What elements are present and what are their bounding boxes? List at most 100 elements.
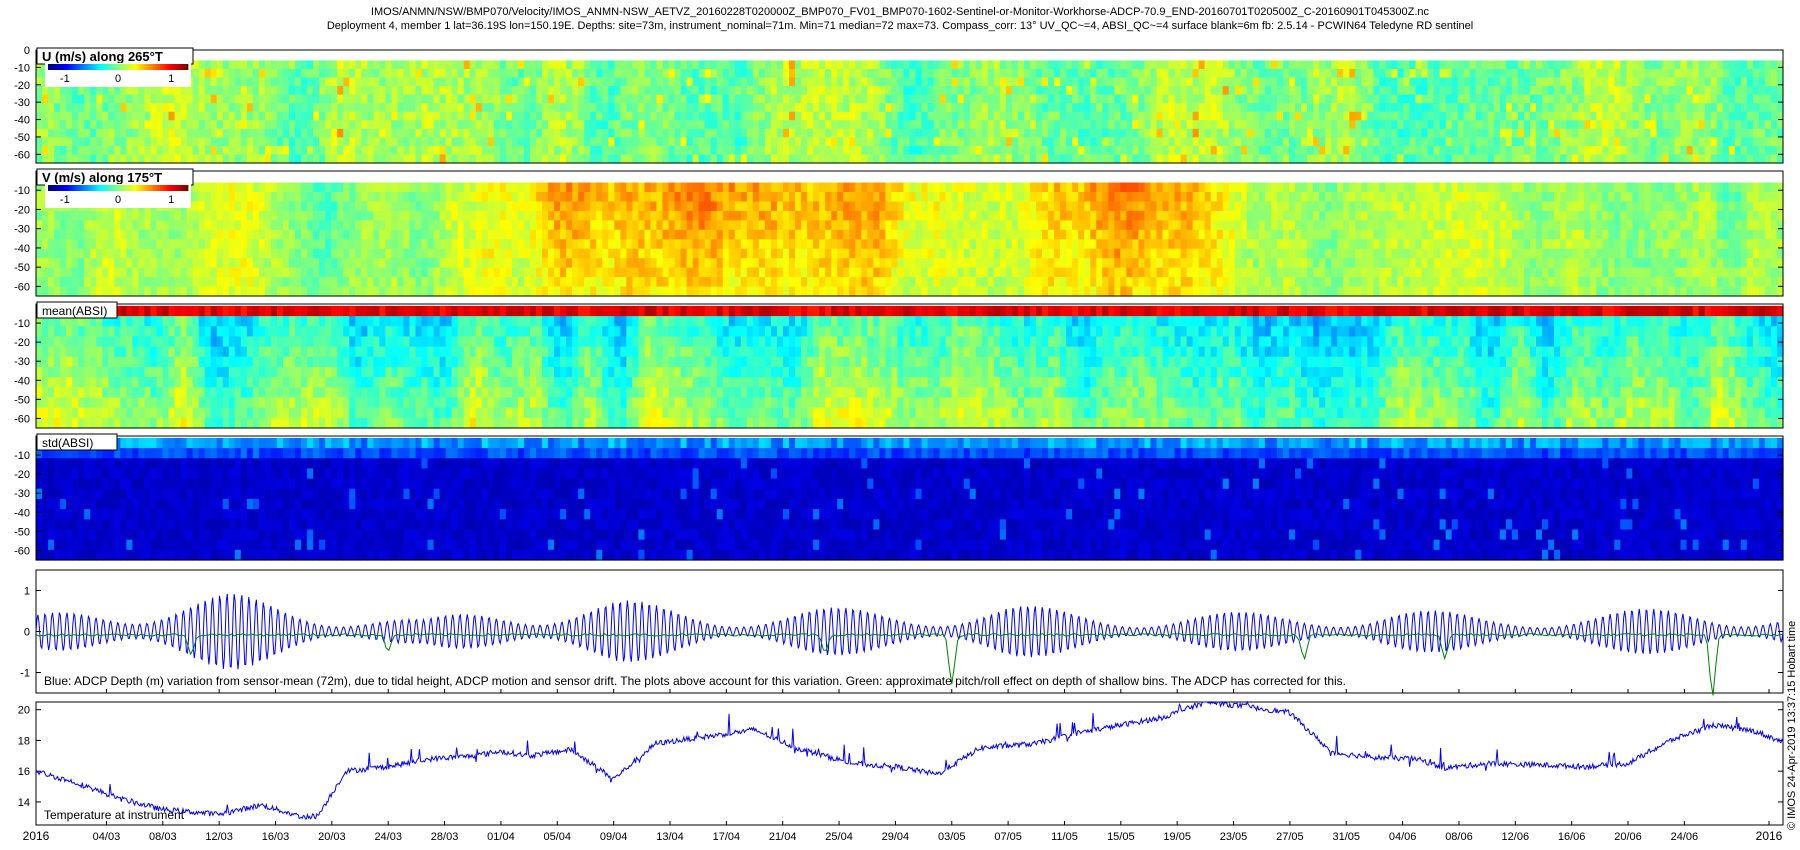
heatmap-cell (596, 120, 603, 130)
heatmap-cell (1138, 128, 1146, 138)
heatmap-cell (716, 267, 724, 278)
heatmap-cell (1409, 128, 1417, 138)
heatmap-cell (1463, 68, 1471, 79)
heatmap-cell (1090, 94, 1097, 104)
heatmap-cell (42, 145, 49, 156)
heatmap-cell (1325, 137, 1332, 147)
heatmap-cell (228, 191, 236, 203)
heatmap-cell (252, 286, 260, 297)
heatmap-cell (397, 248, 405, 259)
heatmap-cell (1192, 154, 1200, 164)
heatmap-cell (1493, 94, 1501, 104)
heatmap-cell (891, 128, 899, 138)
heatmap-cell (644, 210, 652, 221)
heatmap-cell (264, 267, 272, 278)
heatmap-cell (903, 94, 911, 104)
heatmap-cell (1252, 103, 1260, 113)
heatmap-cell (1529, 154, 1537, 164)
heatmap-cell (572, 201, 579, 212)
heatmap-cell (897, 103, 905, 113)
heatmap-cell (1174, 137, 1182, 147)
heatmap-cell (403, 267, 411, 278)
heatmap-cell (807, 145, 814, 156)
heatmap-cell (313, 248, 320, 259)
heatmap-cell (1150, 86, 1158, 96)
heatmap-cell (216, 111, 224, 121)
heatmap-cell (204, 77, 212, 87)
heatmap-cell (66, 103, 73, 113)
heatmap-cell (282, 94, 290, 104)
heatmap-cell (1475, 111, 1483, 121)
heatmap-cell (276, 77, 284, 87)
heatmap-cell (590, 103, 597, 113)
heatmap-cell (355, 77, 362, 87)
heatmap-cell (186, 120, 194, 130)
heatmap-cell (319, 68, 326, 79)
heatmap-cell (1686, 86, 1694, 96)
heatmap-cell (770, 277, 778, 288)
heatmap-cell (150, 258, 158, 269)
heatmap-cell (1108, 60, 1115, 70)
heatmap-cell (481, 154, 489, 164)
heatmap-cell (843, 68, 850, 79)
heatmap-cell (415, 103, 423, 113)
heatmap-cell (584, 201, 591, 212)
heatmap-cell (1295, 128, 1302, 138)
heatmap-cell (1276, 145, 1284, 156)
heatmap-cell (1084, 128, 1091, 138)
heatmap-cell (180, 248, 188, 259)
heatmap-cell (367, 94, 374, 104)
heatmap-cell (686, 111, 694, 121)
heatmap-cell (1379, 60, 1386, 70)
heatmap-cell (578, 220, 585, 231)
heatmap-cell (48, 220, 55, 231)
heatmap-cell (1517, 111, 1525, 121)
heatmap-cell (1222, 77, 1230, 87)
heatmap-cell (1198, 111, 1206, 121)
heatmap-cell (1439, 111, 1447, 121)
heatmap-cell (680, 111, 688, 121)
heatmap-cell (469, 277, 477, 288)
heatmap-cell (1276, 68, 1284, 79)
heatmap-cell (409, 137, 417, 147)
heatmap-cell (1301, 137, 1308, 147)
heatmap-cell (620, 77, 627, 87)
heatmap-cell (656, 201, 664, 212)
heatmap-cell (1572, 145, 1579, 156)
heatmap-cell (710, 94, 718, 104)
heatmap-cell (572, 258, 579, 269)
heatmap-cell (909, 86, 917, 96)
heatmap-cell (264, 248, 272, 259)
heatmap-cell (451, 128, 459, 138)
heatmap-cell (813, 128, 820, 138)
heatmap-cell (1638, 77, 1646, 87)
heatmap-cell (855, 137, 862, 147)
heatmap-cell (1764, 145, 1772, 156)
heatmap-1 (36, 60, 1784, 164)
heatmap-cell (1590, 145, 1597, 156)
heatmap-cell (1770, 60, 1778, 70)
heatmap-cell (626, 229, 633, 240)
heatmap-cell (331, 128, 338, 138)
heatmap-cell (1746, 68, 1754, 79)
heatmap-cell (493, 229, 501, 240)
heatmap-cell (644, 277, 652, 288)
heatmap-cell (343, 137, 350, 147)
heatmap-cell (969, 154, 977, 164)
heatmap-cell (1162, 145, 1170, 156)
heatmap-cell (620, 277, 627, 288)
heatmap-cell (969, 145, 977, 156)
heatmap-cell (770, 248, 778, 259)
heatmap-cell (722, 103, 730, 113)
heatmap-cell (54, 210, 61, 221)
heatmap-cell (981, 86, 989, 96)
heatmap-cell (1005, 111, 1013, 121)
heatmap-cell (536, 201, 543, 212)
heatmap-cell (511, 267, 519, 278)
heatmap-cell (825, 111, 832, 121)
heatmap-cell (1572, 137, 1579, 147)
heatmap-cell (258, 258, 266, 269)
heatmap-cell (1752, 94, 1760, 104)
heatmap-cell (517, 103, 525, 113)
heatmap-cell (1054, 111, 1061, 121)
